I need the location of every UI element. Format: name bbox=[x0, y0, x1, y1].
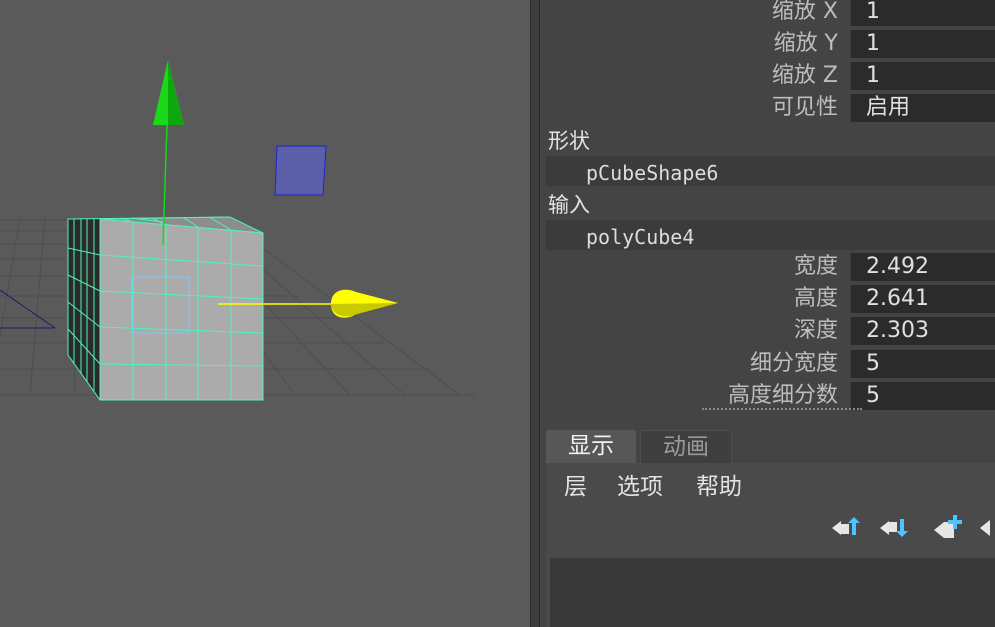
scale-x-field[interactable]: 1 bbox=[850, 0, 995, 26]
depth-label: 深度 bbox=[793, 318, 838, 343]
tab-display[interactable]: 显示 bbox=[546, 430, 636, 463]
input-node-name: polyCube4 bbox=[586, 225, 695, 249]
tab-animation[interactable]: 动画 bbox=[640, 430, 732, 463]
width-field[interactable]: 2.492 bbox=[850, 253, 995, 281]
shape-node-name: pCubeShape6 bbox=[586, 161, 719, 185]
width-label: 宽度 bbox=[793, 254, 838, 279]
height-field[interactable]: 2.641 bbox=[850, 285, 995, 313]
attr-row-depth: 深度 2.303 bbox=[540, 316, 995, 346]
input-node-bar[interactable]: polyCube4 bbox=[546, 220, 995, 250]
height-label: 高度 bbox=[793, 286, 838, 311]
shape-node-bar[interactable]: pCubeShape6 bbox=[546, 156, 995, 186]
attr-row-height: 高度 2.641 bbox=[540, 284, 995, 314]
scene-canvas[interactable] bbox=[0, 0, 530, 627]
attr-row-width: 宽度 2.492 bbox=[540, 252, 995, 282]
shape-section-header: 形状 bbox=[548, 129, 590, 153]
scale-y-label: 缩放 Y bbox=[773, 31, 838, 56]
layer-editor: 显示 动画 层 选项 帮助 bbox=[546, 430, 995, 627]
subdiv-width-label: 细分宽度 bbox=[749, 351, 838, 376]
menu-options[interactable]: 选项 bbox=[617, 471, 663, 503]
scale-z-label: 缩放 Z bbox=[771, 63, 838, 88]
create-layer-from-selected-icon[interactable] bbox=[976, 513, 995, 543]
subdiv-width-field[interactable]: 5 bbox=[850, 350, 995, 378]
scale-x-label: 缩放 X bbox=[771, 0, 838, 24]
move-layer-up-icon[interactable] bbox=[828, 513, 864, 543]
attr-row-scale-y: 缩放 Y 1 bbox=[540, 29, 995, 59]
resize-handle[interactable] bbox=[702, 408, 862, 410]
visibility-field[interactable]: 启用 bbox=[850, 94, 995, 122]
visibility-label: 可见性 bbox=[771, 95, 838, 120]
menu-layers[interactable]: 层 bbox=[564, 471, 587, 503]
panel-splitter[interactable] bbox=[530, 0, 540, 627]
attr-row-scale-z: 缩放 Z 1 bbox=[540, 61, 995, 91]
attr-row-visibility: 可见性 启用 bbox=[540, 93, 995, 123]
selected-plane[interactable] bbox=[274, 145, 327, 196]
menu-help[interactable]: 帮助 bbox=[696, 471, 742, 503]
cube-mesh[interactable] bbox=[67, 216, 264, 401]
inputs-section-header: 输入 bbox=[548, 193, 590, 217]
attribute-editor: 缩放 X 1 缩放 Y 1 缩放 Z 1 可见性 启用 形状 pCubeShap… bbox=[540, 0, 995, 627]
scale-y-field[interactable]: 1 bbox=[850, 30, 995, 58]
create-empty-layer-icon[interactable] bbox=[930, 513, 966, 543]
attr-row-subdiv-width: 细分宽度 5 bbox=[540, 349, 995, 379]
depth-field[interactable]: 2.303 bbox=[850, 317, 995, 345]
subdiv-height-label: 高度细分数 bbox=[727, 383, 838, 408]
subdiv-height-field[interactable]: 5 bbox=[850, 382, 995, 410]
viewport-3d[interactable] bbox=[0, 0, 530, 627]
attr-row-subdiv-height: 高度细分数 5 bbox=[540, 381, 995, 411]
attr-row-scale-x: 缩放 X 1 bbox=[540, 0, 995, 27]
scale-z-field[interactable]: 1 bbox=[850, 62, 995, 90]
layer-list[interactable] bbox=[550, 558, 995, 627]
move-layer-down-icon[interactable] bbox=[876, 513, 912, 543]
layer-editor-body: 层 选项 帮助 bbox=[546, 463, 995, 627]
